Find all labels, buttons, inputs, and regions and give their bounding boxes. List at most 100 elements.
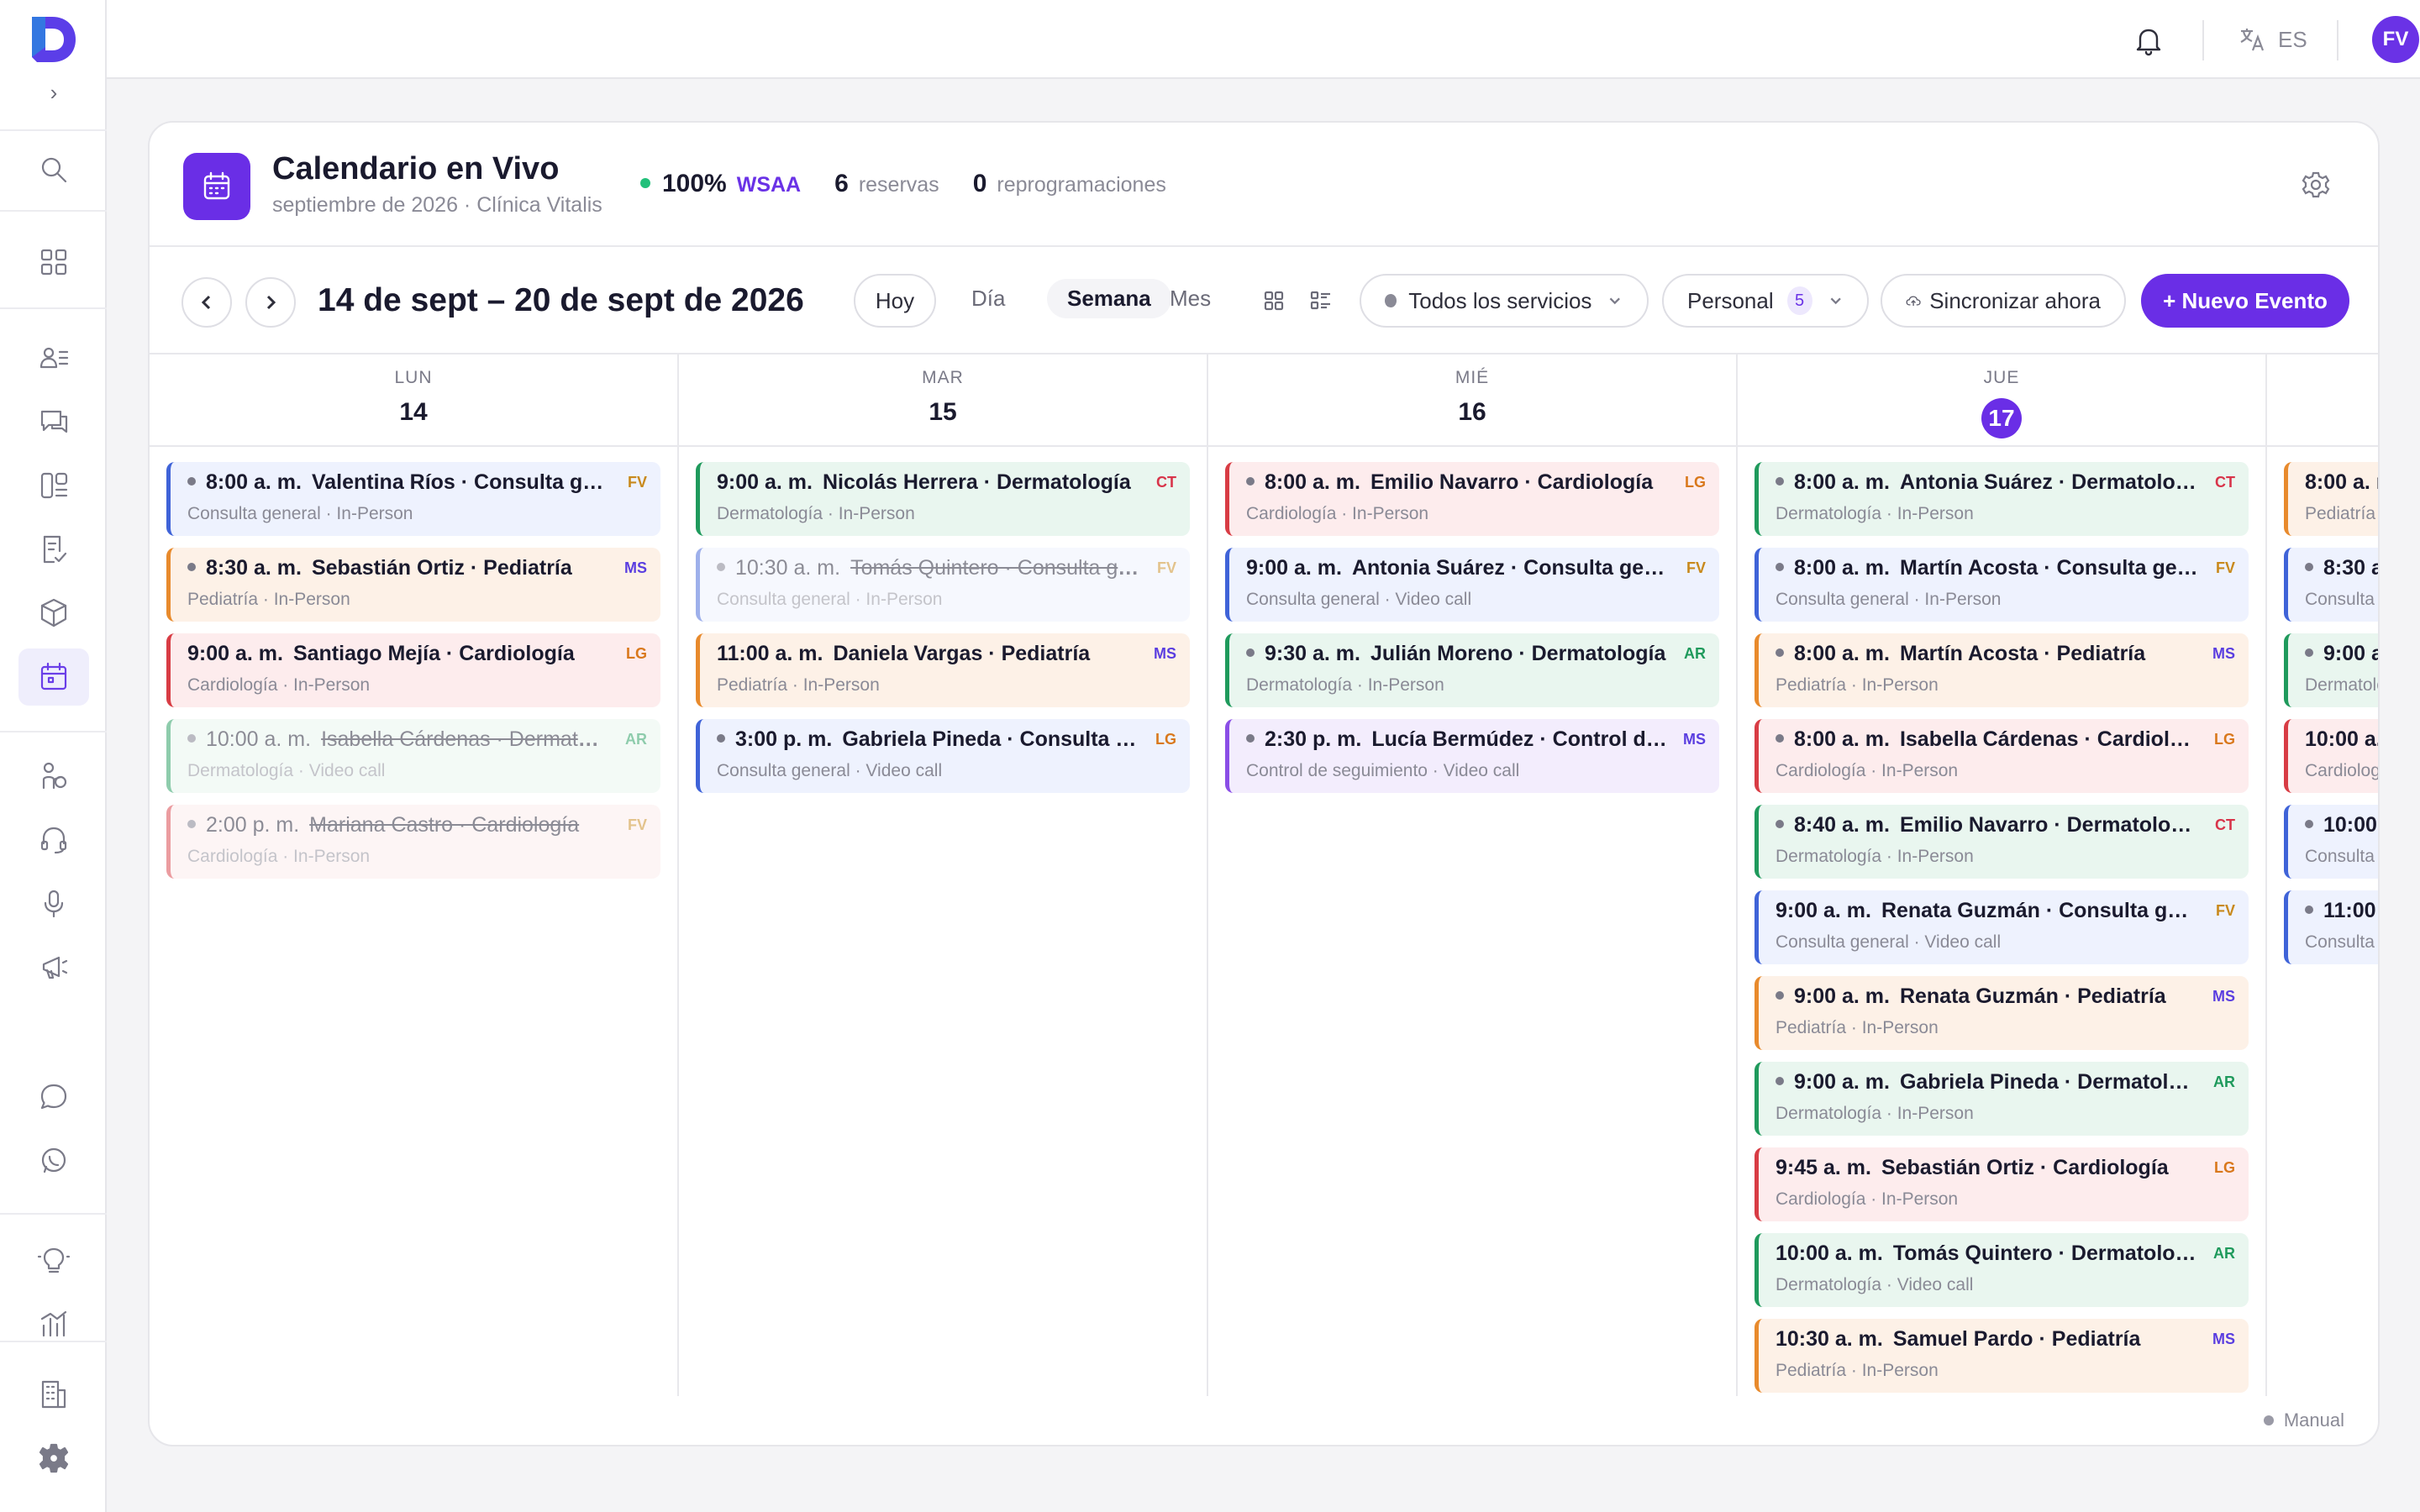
day-number: 15 <box>679 398 1207 427</box>
whatsapp-icon[interactable] <box>18 1132 89 1189</box>
gear-icon[interactable] <box>2301 170 2331 200</box>
messages-icon[interactable] <box>18 393 89 450</box>
event-title: 9:00 a. m. Renata Guzmán · Pediatría <box>1776 984 2198 1009</box>
event-card[interactable]: 10:00 a. m. Tomás Quintero · Dermatología… <box>1754 1233 2249 1307</box>
analytics-icon[interactable] <box>18 1295 89 1352</box>
staff-icon[interactable] <box>18 748 89 805</box>
previous-week-button[interactable] <box>182 277 232 328</box>
day-header[interactable]: JUE 17 <box>1738 354 2265 447</box>
calendar-icon[interactable] <box>18 648 89 706</box>
translate-icon <box>2240 29 2265 51</box>
support-icon[interactable] <box>18 811 89 869</box>
insights-icon[interactable] <box>18 1231 89 1289</box>
event-status-dot <box>1776 991 1784 1000</box>
event-card[interactable]: 2:30 p. m. Lucía Bermúdez · Control de se… <box>1225 719 1719 793</box>
event-title: 9:00 a. m. Gabriela Pineda · Dermatología <box>1776 1070 2198 1095</box>
event-card[interactable]: 10:00 a. Cardiolog <box>2284 719 2378 793</box>
event-card[interactable]: 8:00 a. m. Emilio Navarro · Cardiología Ca… <box>1225 462 1719 536</box>
event-card[interactable]: 8:00 a. m. Pediatría <box>2284 462 2378 536</box>
next-week-button[interactable] <box>245 277 296 328</box>
tab-month[interactable]: Mes <box>1170 286 1211 312</box>
services-filter-label: Todos los servicios <box>1408 287 1592 313</box>
event-title: 9:00 a. m. Santiago Mejía · Cardiología <box>187 642 610 666</box>
event-card[interactable]: 9:00 a. m. Renata Guzmán · Consulta gener… <box>1754 890 2249 964</box>
campaign-icon[interactable] <box>18 939 89 996</box>
microphone-icon[interactable] <box>18 875 89 932</box>
event-time: 11:00 a. m. <box>717 642 823 665</box>
event-card[interactable]: 8:00 a. m. Martín Acosta · Consulta gener… <box>1754 548 2249 622</box>
event-card[interactable]: 3:00 p. m. Gabriela Pineda · Consulta gen… <box>696 719 1190 793</box>
chat-icon[interactable] <box>18 1068 89 1126</box>
avatar[interactable]: FV <box>2372 16 2419 63</box>
day-of-week: MAR <box>922 368 964 387</box>
sync-now-button[interactable]: Sincronizar ahora <box>1881 274 2126 328</box>
event-card[interactable]: 8:00 a. m. Martín Acosta · Pediatría Pedia… <box>1754 633 2249 707</box>
event-meta: Pediatría <box>2305 504 2376 523</box>
staff-filter-label: Personal <box>1687 287 1774 313</box>
expand-icon[interactable]: › <box>42 81 66 104</box>
new-event-button[interactable]: + Nuevo Evento <box>2141 274 2349 328</box>
dashboard-icon[interactable] <box>18 234 89 291</box>
event-meta: Consulta <box>2305 847 2375 866</box>
event-card[interactable]: 11:00 a. m. Daniela Vargas · Pediatría Ped… <box>696 633 1190 707</box>
tab-week[interactable]: Semana <box>1047 279 1171 318</box>
event-card[interactable]: 10:30 a. m. Samuel Pardo · Pediatría Pedia… <box>1754 1319 2249 1393</box>
day-number: 16 <box>1208 398 1736 427</box>
staff-filter-dropdown[interactable]: Personal 5 <box>1662 274 1869 328</box>
services-icon[interactable] <box>18 457 89 514</box>
event-card[interactable]: 9:00 a. m. Antonia Suárez · Consulta gene… <box>1225 548 1719 622</box>
list-view-icon[interactable] <box>1309 289 1333 312</box>
inventory-icon[interactable] <box>18 585 89 642</box>
grid-view-icon[interactable] <box>1262 289 1286 312</box>
event-card[interactable]: 8:40 a. m. Emilio Navarro · Dermatología D… <box>1754 805 2249 879</box>
event-card[interactable]: 8:00 a. m. Isabella Cárdenas · Cardiologí… <box>1754 719 2249 793</box>
event-card-cancelled[interactable]: 10:30 a. m. Tomás Quintero · Consulta gen… <box>696 548 1190 622</box>
event-card[interactable]: 9:00 a. m. Gabriela Pineda · Dermatología… <box>1754 1062 2249 1136</box>
reschedules-count: 0 <box>972 170 987 197</box>
settings-icon[interactable] <box>18 1430 89 1487</box>
event-status-dot <box>187 734 196 743</box>
event-card[interactable]: 9:30 a. m. Julián Moreno · Dermatología De… <box>1225 633 1719 707</box>
search-icon[interactable] <box>18 141 89 198</box>
event-card[interactable]: 9:00 a. m. Nicolás Herrera · Dermatología… <box>696 462 1190 536</box>
event-card[interactable]: 9:00 a Dermatolo <box>2284 633 2378 707</box>
language-switcher[interactable]: ES <box>2238 25 2307 54</box>
patients-icon[interactable] <box>18 329 89 386</box>
event-title: 8:00 a. m. Isabella Cárdenas · Cardiologí… <box>1776 727 2198 752</box>
event-card[interactable]: 8:00 a. m. Valentina Ríos · Consulta gene… <box>166 462 660 536</box>
tab-day[interactable]: Día <box>971 286 1005 312</box>
event-time: 10:00 <box>2323 813 2377 837</box>
event-card[interactable]: 9:00 a. m. Renata Guzmán · Pediatría Pedia… <box>1754 976 2249 1050</box>
event-meta: Dermatología · In-Person <box>1776 847 1974 866</box>
event-card[interactable]: 11:00 Consulta <box>2284 890 2378 964</box>
today-button[interactable]: Hoy <box>854 274 936 328</box>
event-card[interactable]: 10:00 Consulta <box>2284 805 2378 879</box>
event-card[interactable]: 9:45 a. m. Sebastián Ortiz · Cardiología C… <box>1754 1147 2249 1221</box>
services-filter-dropdown[interactable]: Todos los servicios <box>1360 274 1649 328</box>
event-card[interactable]: 8:30 a Consulta <box>2284 548 2378 622</box>
bell-icon[interactable] <box>2132 24 2165 57</box>
event-card-cancelled[interactable]: 10:00 a. m. Isabella Cárdenas · Dermatolo… <box>166 719 660 793</box>
event-card[interactable]: 8:00 a. m. Antonia Suárez · Dermatología D… <box>1754 462 2249 536</box>
event-time: 8:00 a. m. <box>206 470 302 494</box>
day-header[interactable]: MIÉ 16 <box>1208 354 1736 447</box>
day-header[interactable]: VIE 18 <box>2267 354 2378 447</box>
staff-initials: CT <box>2215 816 2235 833</box>
day-of-week: JUE <box>1983 368 2020 387</box>
date-range: 14 de sept – 20 de sept de 2026 <box>318 282 804 318</box>
event-meta: Dermatología · In-Person <box>1776 504 1974 523</box>
sidebar: › <box>0 0 107 1512</box>
reports-icon[interactable] <box>18 521 89 578</box>
provider-link[interactable]: WSAA <box>737 173 801 197</box>
staff-initials: MS <box>2212 645 2235 662</box>
event-card[interactable]: 9:00 a. m. Santiago Mejía · Cardiología Ca… <box>166 633 660 707</box>
day-header[interactable]: LUN 14 <box>150 354 677 447</box>
day-header[interactable]: MAR 15 <box>679 354 1207 447</box>
event-meta: Control de seguimiento · Video call <box>1246 761 1520 780</box>
clinic-icon[interactable] <box>18 1366 89 1423</box>
chevron-down-icon <box>1830 297 1841 305</box>
event-card[interactable]: 8:30 a. m. Sebastián Ortiz · Pediatría Ped… <box>166 548 660 622</box>
event-card-cancelled[interactable]: 2:00 p. m. Mariana Castro · Cardiología Ca… <box>166 805 660 879</box>
event-patient-service: Gabriela Pineda · Consulta general <box>842 727 1139 751</box>
logo-icon[interactable] <box>29 13 79 66</box>
